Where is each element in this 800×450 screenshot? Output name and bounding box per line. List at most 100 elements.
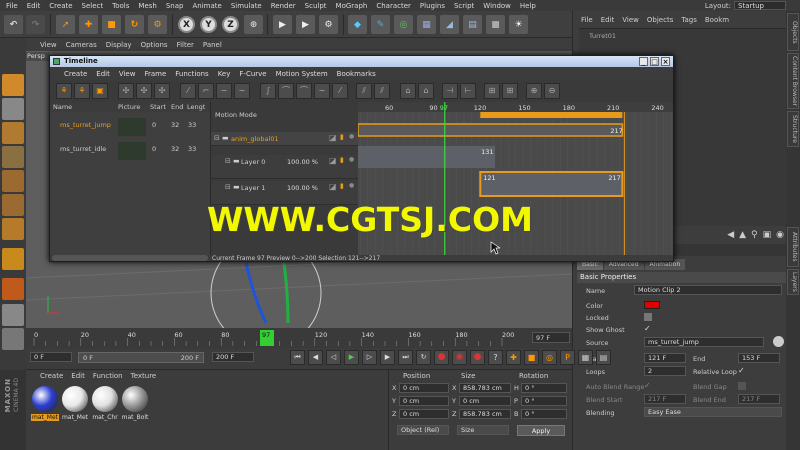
help-icon[interactable]: ? <box>488 350 503 365</box>
workplane-icon[interactable] <box>2 146 24 168</box>
rotation-key-icon[interactable]: ◎ <box>542 350 557 365</box>
snap-icon[interactable] <box>2 278 24 300</box>
timeline-menu-motion-system[interactable]: Motion System <box>276 70 328 78</box>
ease-out-icon[interactable]: ⌒ <box>296 83 312 99</box>
timeline-menu-bookmarks[interactable]: Bookmarks <box>337 70 376 78</box>
tab-layers[interactable]: Layers <box>787 269 799 295</box>
menu-file[interactable]: File <box>6 2 18 10</box>
nav-new-icon[interactable]: ◉ <box>776 230 784 240</box>
z-axis-icon[interactable]: Z <box>222 16 239 33</box>
auto-blend-checkbox[interactable]: ✓ <box>644 382 652 390</box>
coordinate-mode-dropdown[interactable]: Object (Rel) <box>397 425 449 435</box>
menu-create[interactable]: Create <box>49 2 72 10</box>
motion-layer-row[interactable]: ⊟ ▬ anim_global01 ◪ ▮ ● <box>211 132 358 146</box>
polygons-mode-icon[interactable] <box>2 218 24 240</box>
end-frame-field[interactable]: 200 F <box>212 352 254 362</box>
timeline-menu-f-curve[interactable]: F-Curve <box>239 70 266 78</box>
viewport-menu-cameras[interactable]: Cameras <box>66 41 97 49</box>
nav-back-icon[interactable]: ◀ <box>727 230 734 240</box>
go-end-icon[interactable]: ⏭ <box>398 350 413 365</box>
menu-plugins[interactable]: Plugins <box>420 2 445 10</box>
frame-selected-icon[interactable]: ⊞ <box>502 83 518 99</box>
selection-range-bar[interactable] <box>480 112 623 118</box>
motion-layer-icon[interactable]: ▣ <box>92 83 108 99</box>
play-icon[interactable]: ▶ <box>344 350 359 365</box>
material-label[interactable]: mat_Met <box>61 414 89 421</box>
layer-mute-icon[interactable]: ● <box>349 133 354 140</box>
loops-field[interactable]: 2 <box>644 366 686 376</box>
motion-clip-icon[interactable]: ⚘ <box>56 83 72 99</box>
size-field[interactable]: 858.783 cm <box>459 409 511 419</box>
array-icon[interactable]: ▦ <box>417 15 436 34</box>
timebar[interactable]: 0 20 40 60 80 97 120 140 160 180 200 97 F <box>26 328 572 348</box>
next-frame-icon[interactable]: ▷ <box>362 350 377 365</box>
tangent-icon[interactable]: ∫ <box>260 83 276 99</box>
axis-mode-icon[interactable] <box>2 248 24 270</box>
layer-lock-icon[interactable]: ▮ <box>340 182 344 190</box>
end-field[interactable]: 153 F <box>738 353 780 363</box>
parameter-key-icon[interactable]: P <box>560 350 575 365</box>
zoom-out-icon[interactable]: ⊖ <box>544 83 560 99</box>
edges-mode-icon[interactable] <box>2 194 24 216</box>
objects-menu-objects[interactable]: Objects <box>647 16 673 24</box>
start-field[interactable]: 121 F <box>644 353 686 363</box>
size-mode-dropdown[interactable]: Size <box>457 425 509 435</box>
ease-in-icon[interactable]: ⌒ <box>278 83 294 99</box>
model-mode-icon[interactable] <box>2 98 24 120</box>
material-ball[interactable] <box>32 386 58 412</box>
object-turret-item[interactable]: Turret01 <box>589 32 616 40</box>
render-picture-viewer-icon[interactable]: ▶ <box>296 15 315 34</box>
blend-gap-checkbox[interactable] <box>738 382 746 390</box>
layer-expand-icon[interactable]: ⊟ <box>225 157 231 165</box>
nav-up-icon[interactable]: ▲ <box>739 230 746 240</box>
material-label[interactable]: mat_Bolt <box>121 414 149 421</box>
objects-menu-tags[interactable]: Tags <box>681 16 697 24</box>
layer-lock-icon[interactable]: ▮ <box>340 133 344 141</box>
track-after-icon[interactable]: ⊢ <box>460 83 476 99</box>
timeline-menu-create[interactable]: Create <box>64 70 87 78</box>
source-field[interactable]: ms_turret_jump <box>644 337 764 347</box>
blending-dropdown[interactable]: Easy Ease <box>644 407 782 417</box>
material-menu-create[interactable]: Create <box>40 372 63 380</box>
material-ball[interactable] <box>62 386 88 412</box>
linear-icon[interactable]: ⁄ <box>180 83 196 99</box>
size-field[interactable]: 0 cm <box>459 396 511 406</box>
material-menu-texture[interactable]: Texture <box>131 372 157 380</box>
maximize-button[interactable]: □ <box>650 57 659 66</box>
viewport-menu-filter[interactable]: Filter <box>177 41 194 49</box>
menu-help[interactable]: Help <box>520 2 536 10</box>
floor-icon[interactable]: ▤ <box>463 15 482 34</box>
layout-dropdown[interactable]: Startup <box>734 1 786 10</box>
clip-list-scrollbar[interactable] <box>52 255 208 261</box>
light-icon[interactable]: ☀ <box>509 15 528 34</box>
motion-source-icon[interactable]: ⚘ <box>74 83 90 99</box>
tab-objects[interactable]: Objects <box>787 13 799 51</box>
prev-frame-icon[interactable]: ◁ <box>326 350 341 365</box>
texture-mode-icon[interactable] <box>2 122 24 144</box>
menu-render[interactable]: Render <box>271 2 296 10</box>
y-axis-icon[interactable]: Y <box>200 16 217 33</box>
locked-checkbox[interactable] <box>644 313 652 321</box>
menu-script[interactable]: Script <box>454 2 474 10</box>
menu-tools[interactable]: Tools <box>112 2 129 10</box>
viewport-menu-panel[interactable]: Panel <box>203 41 222 49</box>
spline-pen-icon[interactable]: ✎ <box>371 15 390 34</box>
layer-expand-icon[interactable]: ⊟ <box>225 183 231 191</box>
objects-menu-bookm[interactable]: Bookm <box>705 16 729 24</box>
layer-mute-icon[interactable]: ● <box>349 182 354 189</box>
move-icon[interactable]: ✚ <box>79 15 98 34</box>
render-settings-icon[interactable]: ⚙ <box>319 15 338 34</box>
layout-selector[interactable]: Layout: Startup <box>705 1 786 10</box>
layer-strength[interactable]: 100.00 % <box>287 184 318 192</box>
tab-structure[interactable]: Structure <box>787 111 799 147</box>
keyframe-selection-icon[interactable]: ● <box>470 350 485 365</box>
step-icon[interactable]: ⌐ <box>198 83 214 99</box>
points-mode-icon[interactable] <box>2 170 24 192</box>
timeline-menu-functions[interactable]: Functions <box>175 70 208 78</box>
ease-both-icon[interactable]: ∼ <box>314 83 330 99</box>
menu-mesh[interactable]: Mesh <box>138 2 156 10</box>
rotation-field[interactable]: 0 ° <box>521 383 567 393</box>
key-mode-icon[interactable]: ✣ <box>118 83 134 99</box>
clip-row[interactable]: ms_turret_idle 0 32 33 <box>50 142 210 164</box>
menu-window[interactable]: Window <box>483 2 511 10</box>
